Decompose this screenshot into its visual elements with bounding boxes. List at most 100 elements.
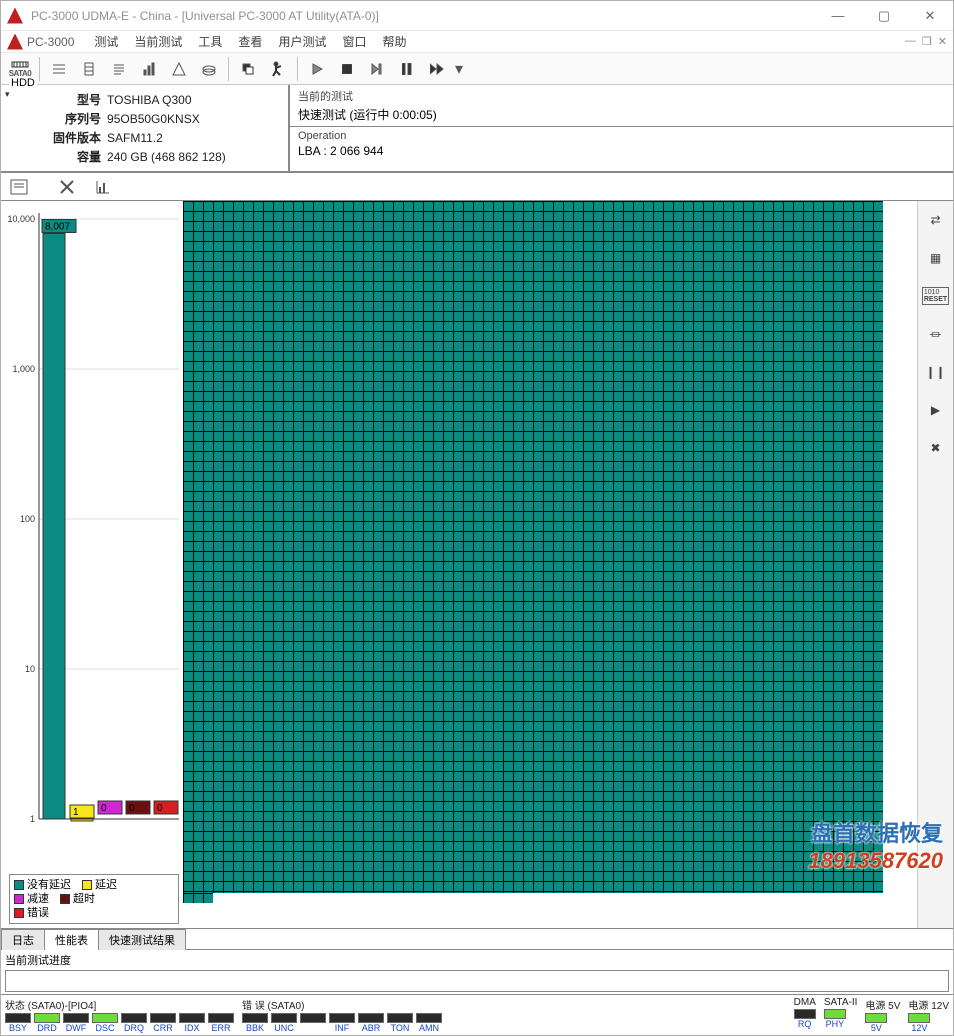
chart-icon[interactable] xyxy=(91,176,115,198)
minimize-button[interactable]: — xyxy=(815,1,861,31)
toolbar-btn-2[interactable] xyxy=(74,56,104,82)
led-RQ xyxy=(794,1009,816,1019)
toolbar-btn-3[interactable] xyxy=(104,56,134,82)
hdd-label: 容量 xyxy=(53,148,105,165)
led-ABR xyxy=(358,1013,384,1023)
swap-icon[interactable]: ⇄ xyxy=(923,207,949,233)
menu-帮助[interactable]: 帮助 xyxy=(374,31,414,53)
latency-chart: 1101001,00010,0008,0071000 xyxy=(1,201,183,872)
led-label: PHY xyxy=(824,1019,846,1029)
hdd-label: 固件版本 xyxy=(53,129,105,146)
tab-2[interactable]: 快速测试结果 xyxy=(98,929,186,950)
legend-box: 没有延迟延迟减速超时错误 xyxy=(9,874,179,924)
hdd-value: 95OB50G0KNSX xyxy=(107,110,226,127)
mdi-minimize-icon[interactable]: — xyxy=(905,35,916,48)
toolbar-btn-4[interactable] xyxy=(134,56,164,82)
led-BBK xyxy=(242,1013,268,1023)
menu-用户测试[interactable]: 用户测试 xyxy=(270,31,334,53)
toolbar-btn-copy[interactable] xyxy=(233,56,263,82)
notes-icon[interactable] xyxy=(7,176,31,198)
led-label: TON xyxy=(387,1023,413,1033)
status-group-title: 电源 12V xyxy=(908,997,949,1012)
bar-1 xyxy=(71,819,93,821)
play-button[interactable] xyxy=(302,56,332,82)
toolbar-btn-run[interactable] xyxy=(263,56,293,82)
status-group-title: SATA-II xyxy=(824,997,858,1008)
hdd-panel: ▾ HDD 型号TOSHIBA Q300序列号95OB50G0KNSX固件版本S… xyxy=(1,85,289,172)
svg-text:100: 100 xyxy=(20,514,35,524)
progress-bar xyxy=(5,970,949,992)
hdd-value: 240 GB (468 862 128) xyxy=(107,148,226,165)
led-DSC xyxy=(92,1013,118,1023)
svg-text:10,000: 10,000 xyxy=(7,214,35,224)
led-label: BBK xyxy=(242,1023,268,1033)
close-button[interactable]: ✕ xyxy=(907,1,953,31)
led-label: 5V xyxy=(865,1023,887,1033)
led-label: ABR xyxy=(358,1023,384,1033)
legend-swatch xyxy=(82,880,92,890)
tools-icon[interactable] xyxy=(55,176,79,198)
led-label xyxy=(300,1023,326,1033)
current-test-line: 快速测试 (运行中 0:00:05) xyxy=(298,106,945,123)
stop-button[interactable] xyxy=(332,56,362,82)
fastfwd-button[interactable] xyxy=(422,56,452,82)
collapse-icon[interactable]: ▾ xyxy=(5,89,10,100)
led-BSY xyxy=(5,1013,31,1023)
hdd-label: 型号 xyxy=(53,91,105,108)
main-area: 1101001,00010,0008,0071000 没有延迟延迟减速超时错误 … xyxy=(1,201,953,928)
tab-1[interactable]: 性能表 xyxy=(44,929,99,950)
svg-text:10: 10 xyxy=(25,664,35,674)
menu-当前测试[interactable]: 当前测试 xyxy=(126,31,190,53)
status-group-title: 错 误 (SATA0) xyxy=(242,997,442,1012)
led-CRR xyxy=(150,1013,176,1023)
app-icon xyxy=(7,8,23,24)
toolbar: SATA0 ▾ xyxy=(1,53,953,85)
step-button[interactable] xyxy=(362,56,392,82)
play-icon[interactable]: ▶ xyxy=(923,397,949,423)
led-12V xyxy=(908,1013,930,1023)
pin-icon[interactable]: ⏛ xyxy=(923,321,949,347)
led-DWF xyxy=(63,1013,89,1023)
menu-工具[interactable]: 工具 xyxy=(190,31,230,53)
led-label: UNC xyxy=(271,1023,297,1033)
legend-swatch xyxy=(60,894,70,904)
info-panel: ▾ HDD 型号TOSHIBA Q300序列号95OB50G0KNSX固件版本S… xyxy=(1,85,953,173)
tab-0[interactable]: 日志 xyxy=(1,929,45,950)
maximize-button[interactable]: ▢ xyxy=(861,1,907,31)
led-label: ERR xyxy=(208,1023,234,1033)
mdi-close-icon[interactable]: ✕ xyxy=(938,35,947,48)
pause-icon[interactable]: ❙❙ xyxy=(923,359,949,385)
svg-text:0: 0 xyxy=(101,803,107,814)
reset-icon[interactable]: 1010RESET xyxy=(923,283,949,309)
mdi-restore-icon[interactable]: ❐ xyxy=(922,35,932,48)
led- xyxy=(300,1013,326,1023)
view-toolbar xyxy=(1,173,953,201)
menu-窗口[interactable]: 窗口 xyxy=(334,31,374,53)
hdd-legend: HDD xyxy=(9,77,37,89)
menu-查看[interactable]: 查看 xyxy=(230,31,270,53)
progress-area: 当前测试进度 xyxy=(1,950,953,994)
led-ERR xyxy=(208,1013,234,1023)
led-label: BSY xyxy=(5,1023,31,1033)
grid-icon[interactable]: ▦ xyxy=(923,245,949,271)
toolbar-btn-6[interactable] xyxy=(194,56,224,82)
pause-button[interactable] xyxy=(392,56,422,82)
menubar: PC-3000 测试当前测试工具查看用户测试窗口帮助 — ❐ ✕ xyxy=(1,31,953,53)
led-label: IDX xyxy=(179,1023,205,1033)
menu-测试[interactable]: 测试 xyxy=(86,31,126,53)
toolbar-btn-1[interactable] xyxy=(44,56,74,82)
app-name: PC-3000 xyxy=(27,35,74,49)
led-label: AMN xyxy=(416,1023,442,1033)
toolbar-btn-5[interactable] xyxy=(164,56,194,82)
current-test-title: 当前的测试 xyxy=(298,88,945,104)
sector-map xyxy=(183,201,917,928)
dropdown-icon[interactable]: ▾ xyxy=(452,56,466,82)
led-label: DSC xyxy=(92,1023,118,1033)
status-group-title: 电源 5V xyxy=(865,997,900,1012)
led-label: RQ xyxy=(794,1019,816,1029)
legend-label: 减速 xyxy=(27,892,49,906)
tools-icon[interactable]: ✖ xyxy=(923,435,949,461)
right-toolbar: ⇄ ▦ 1010RESET ⏛ ❙❙ ▶ ✖ xyxy=(917,201,953,928)
legend-swatch xyxy=(14,880,24,890)
led-5V xyxy=(865,1013,887,1023)
